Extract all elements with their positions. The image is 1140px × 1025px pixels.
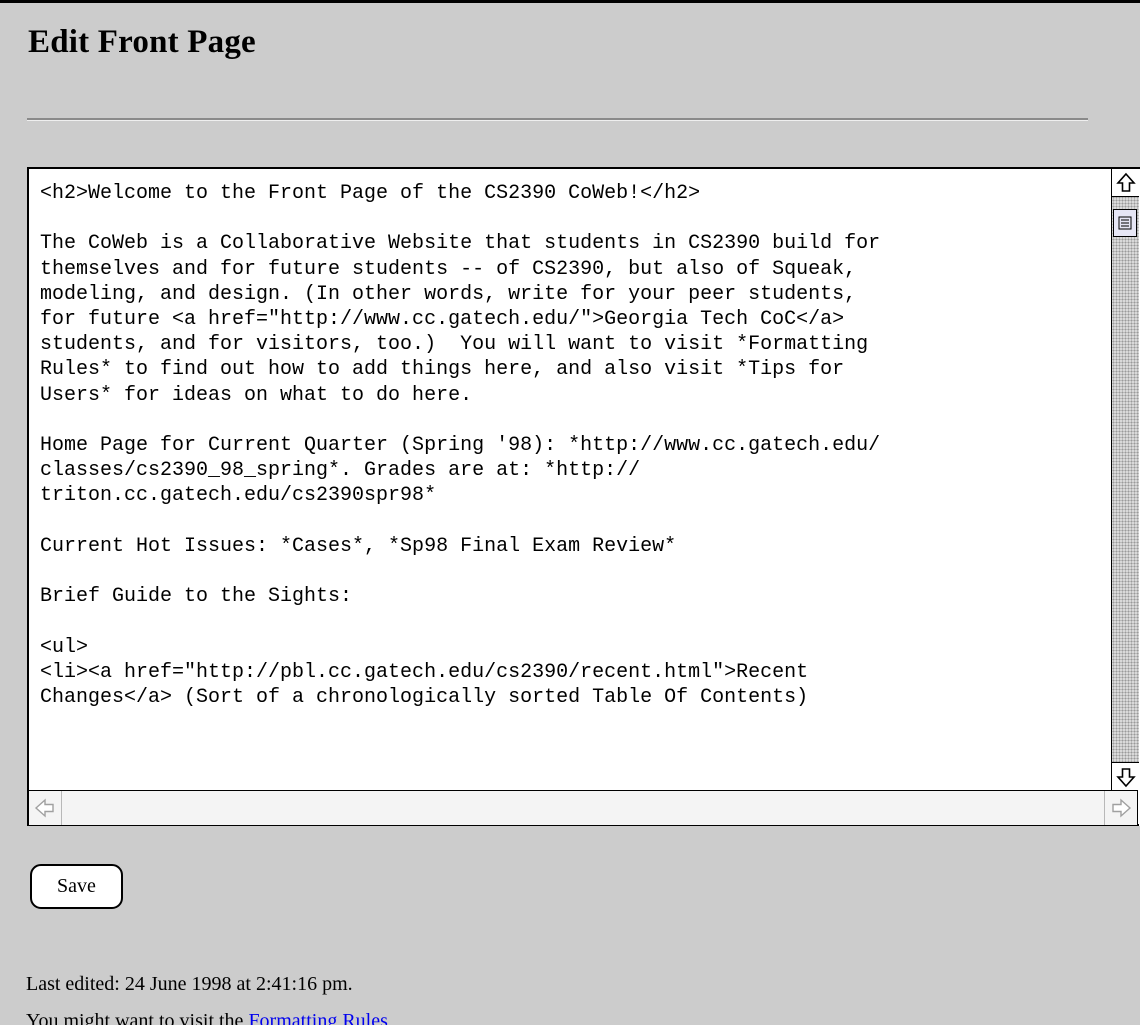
editor-textarea[interactable]: <h2>Welcome to the Front Page of the CS2… (40, 181, 1110, 789)
scroll-right-arrow-icon[interactable] (1104, 791, 1138, 825)
formatting-rules-hint: You might want to visit the Formatting R… (26, 1010, 388, 1025)
save-button[interactable]: Save (30, 864, 123, 909)
vertical-scroll-track[interactable] (1112, 196, 1139, 763)
window-top-border (0, 0, 1140, 3)
horizontal-scrollbar[interactable] (29, 790, 1138, 825)
scroll-left-arrow-icon[interactable] (29, 791, 62, 825)
scroll-down-arrow-icon[interactable] (1112, 762, 1139, 790)
vertical-scrollbar[interactable] (1111, 169, 1139, 790)
scroll-up-arrow-icon[interactable] (1112, 169, 1139, 197)
visit-prefix: You might want to visit the (26, 1010, 249, 1025)
scroll-thumb[interactable] (1113, 209, 1137, 237)
page-title: Edit Front Page (28, 24, 256, 60)
formatting-rules-link[interactable]: Formatting Rules (248, 1010, 387, 1025)
scroll-thumb-grip-icon (1118, 216, 1132, 230)
last-edited-text: Last edited: 24 June 1998 at 2:41:16 pm. (26, 973, 353, 995)
horizontal-rule (27, 118, 1088, 121)
editor-frame: <h2>Welcome to the Front Page of the CS2… (27, 167, 1140, 826)
